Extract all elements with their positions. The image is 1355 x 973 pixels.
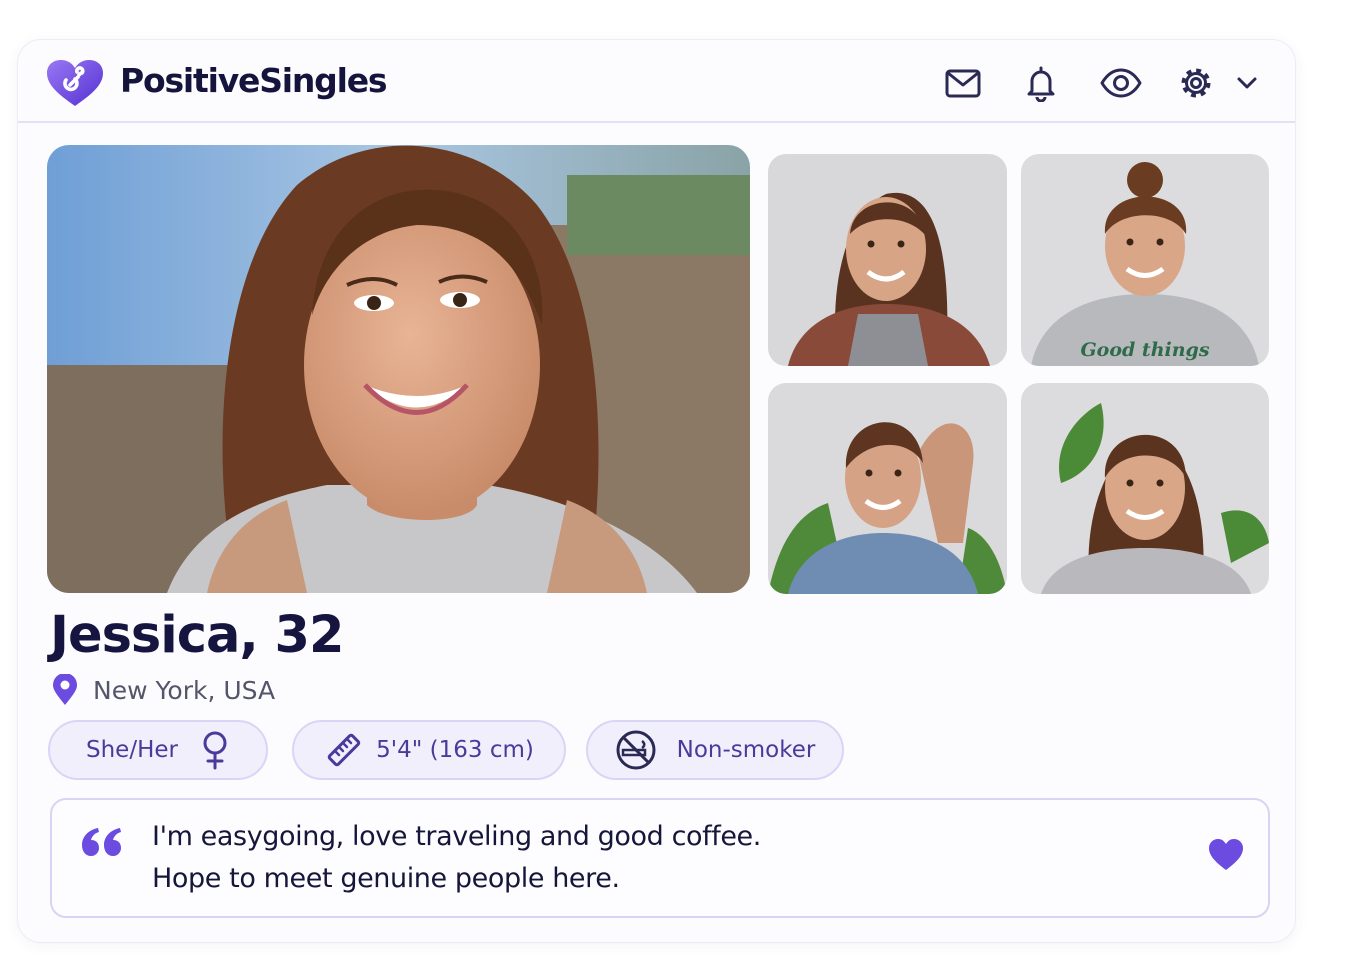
thumbnail-photo-2[interactable]: Good things (1021, 154, 1269, 366)
bio-box: I'm easygoing, love traveling and good c… (50, 798, 1270, 918)
thumbnail-photo-3[interactable] (768, 383, 1007, 594)
heart-logo-icon[interactable] (46, 60, 104, 108)
pronouns-label: She/Her (86, 737, 178, 763)
top-bar: PositiveSingles (18, 40, 1295, 123)
bio-line-2: Hope to meet genuine people here. (152, 863, 620, 894)
bell-icon[interactable] (1022, 64, 1060, 103)
ruler-icon (327, 733, 361, 767)
thumbnail-photo-1[interactable] (768, 154, 1007, 366)
eye-icon[interactable] (1100, 64, 1142, 102)
pronouns-tag[interactable]: She/Her (48, 720, 268, 780)
location-pin-icon (53, 674, 77, 705)
hoodie-print-text: Good things (1080, 339, 1209, 361)
height-label: 5'4" (163 cm) (376, 737, 534, 763)
bio-line-1: I'm easygoing, love traveling and good c… (152, 821, 761, 852)
quote-icon (82, 828, 121, 856)
profile-name-age: Jessica, 32 (50, 606, 345, 665)
location-row: New York, USA (51, 674, 275, 706)
profile-card: PositiveSingles Good things Jessica, 32 … (17, 39, 1296, 943)
smoking-tag[interactable]: Non-smoker (586, 720, 844, 780)
location-text: New York, USA (93, 675, 276, 705)
height-tag[interactable]: 5'4" (163 cm) (292, 720, 566, 780)
chevron-down-icon[interactable] (1234, 64, 1260, 102)
gear-icon[interactable] (1177, 64, 1215, 102)
no-smoking-icon (616, 730, 656, 770)
heart-like-icon[interactable] (1208, 838, 1244, 872)
female-symbol-icon (203, 731, 227, 770)
brand-name[interactable]: PositiveSingles (120, 61, 388, 101)
main-profile-photo[interactable] (47, 145, 750, 593)
thumbnail-photo-4[interactable] (1021, 383, 1269, 594)
smoking-label: Non-smoker (676, 737, 816, 763)
mail-icon[interactable] (944, 64, 982, 102)
